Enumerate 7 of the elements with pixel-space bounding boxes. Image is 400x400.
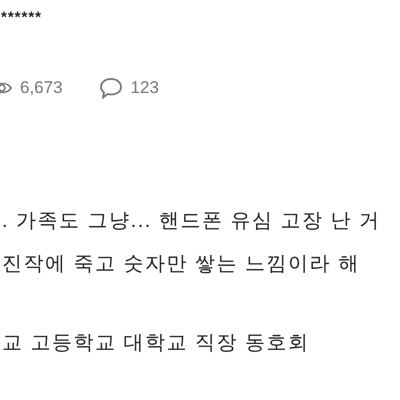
post-title: ******: [1, 8, 42, 28]
comment-count: 123: [130, 77, 159, 100]
post-text-line: 교 고등학교 대학교 직장 동호회: [2, 330, 310, 356]
view-count: 6,673: [20, 77, 63, 100]
post-text-line: 진작에 죽고 숫자만 쌓는 느낌이라 해: [2, 252, 360, 276]
post-text-line: . 가족도 그냥... 핸드폰 유심 고장 난 거: [2, 208, 381, 234]
comment-icon: [98, 77, 123, 99]
